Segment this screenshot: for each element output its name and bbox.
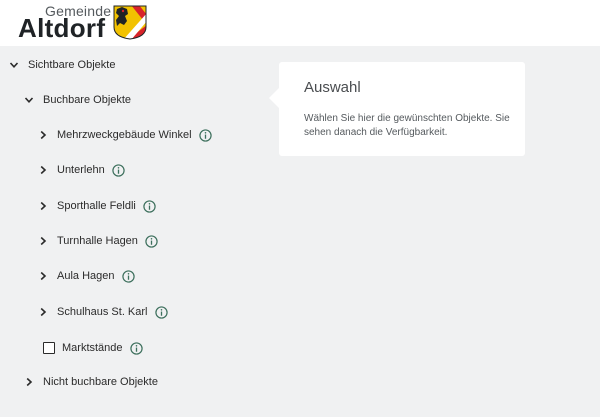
info-icon[interactable] [145,234,158,248]
tree-item-schulhaus-st-karl[interactable]: Schulhaus St. Karl [38,302,168,322]
chevron-right-icon [40,165,47,175]
card-title: Auswahl [304,79,361,96]
card-text: Wählen Sie hier die gewünschten Objekte.… [304,113,510,138]
tree-item-aula-hagen[interactable]: Aula Hagen [38,266,135,286]
tree-node-nicht-buchbare-objekte[interactable]: Nicht buchbare Objekte [24,372,158,392]
info-icon[interactable] [143,199,156,213]
chevron-right-icon [40,271,47,281]
tree-item-label: Sporthalle Feldli [57,200,136,212]
tree-item-sporthalle-feldli[interactable]: Sporthalle Feldli [38,196,156,216]
chevron-down-icon [9,62,19,68]
tree-item-label: Unterlehn [57,164,105,176]
chevron-down-icon [24,97,34,103]
tree-node-buchbare-objekte[interactable]: Buchbare Objekte [24,90,131,110]
tree-item-mehrzweckgebaeude-winkel[interactable]: Mehrzweckgebäude Winkel [38,125,212,145]
tree-item-label: Schulhaus St. Karl [57,306,148,318]
tree-item-label: Marktstände [62,342,123,354]
tree-item-label: Mehrzweckgebäude Winkel [57,129,192,141]
tree-item-turnhalle-hagen[interactable]: Turnhalle Hagen [38,231,158,251]
chevron-right-icon [40,130,47,140]
tree-node-label: Sichtbare Objekte [28,59,116,71]
logo-title[interactable]: Altdorf [18,13,105,44]
tree-node-label: Nicht buchbare Objekte [43,376,158,388]
tree-item-label: Aula Hagen [57,270,115,282]
tree-item-marktstaende[interactable]: Marktstände [43,338,143,358]
tree-item-label: Turnhalle Hagen [57,235,138,247]
info-icon[interactable] [154,305,168,319]
header: Gemeinde Altdorf [0,0,600,46]
info-icon[interactable] [129,341,143,355]
info-icon[interactable] [112,163,125,177]
chevron-right-icon [40,201,47,211]
selection-info-card: Auswahl Wählen Sie hier die gewünschten … [269,62,525,156]
tree-item-unterlehn[interactable]: Unterlehn [38,160,125,180]
coat-of-arms-icon [113,5,147,40]
tree-node-label: Buchbare Objekte [43,94,132,106]
info-icon[interactable] [121,269,135,283]
tree-node-sichtbare-objekte[interactable]: Sichtbare Objekte [9,55,115,75]
checkbox-icon[interactable] [43,342,55,354]
card-pointer [269,88,279,108]
chevron-right-icon [40,236,47,246]
chevron-right-icon [26,377,33,387]
chevron-right-icon [40,307,47,317]
info-icon[interactable] [198,128,212,142]
